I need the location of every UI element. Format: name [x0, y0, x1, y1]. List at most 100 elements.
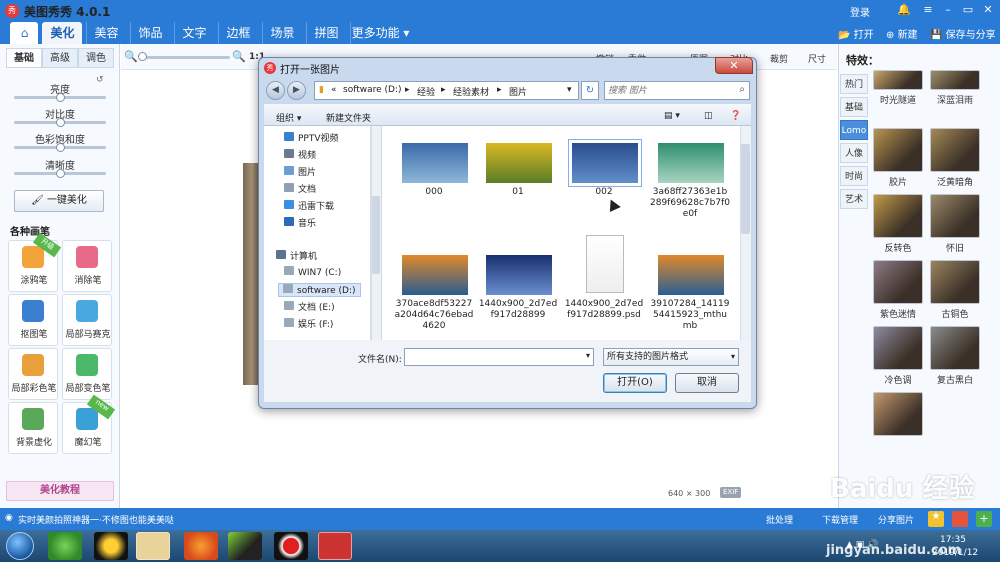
explorer-icon[interactable] — [136, 532, 170, 560]
filename-input[interactable]: ▾ — [404, 348, 594, 366]
nav-item[interactable]: 娱乐 (F:) — [284, 317, 333, 330]
filetype-select[interactable]: 所有支持的图片格式 ▾ — [603, 348, 739, 366]
forward-button[interactable]: ▶ — [287, 81, 306, 100]
file-thumbnail[interactable] — [658, 143, 724, 183]
batch-process-link[interactable]: 批处理 — [766, 513, 793, 526]
category-hot[interactable]: 热门 — [840, 74, 868, 94]
new-folder-button[interactable]: 新建文件夹 — [326, 111, 371, 124]
breadcrumb-pictures[interactable]: 图片 — [509, 85, 527, 98]
refresh-button[interactable]: ↻ — [581, 81, 599, 100]
tab-text[interactable]: 文字 — [174, 22, 214, 44]
firefox-icon[interactable] — [184, 532, 218, 560]
tab-beauty[interactable]: 美容 — [86, 22, 126, 44]
category-art[interactable]: 艺术 — [840, 189, 868, 209]
filetype-dropdown-icon[interactable]: ▾ — [731, 349, 735, 365]
breadcrumb-separator[interactable]: ▸ — [441, 85, 446, 95]
recorder-icon[interactable] — [274, 532, 308, 560]
media-player-icon[interactable] — [228, 532, 262, 560]
search-icon[interactable]: ⌕ — [739, 84, 745, 95]
new-button[interactable]: ⊕ 新建 — [886, 26, 918, 41]
nav-item[interactable]: 文档 (E:) — [284, 300, 335, 313]
doodle-pen-tool[interactable]: 升级 涂鸦笔 — [8, 232, 62, 292]
file-thumbnail[interactable] — [486, 143, 552, 183]
effect-thumbnail[interactable] — [873, 392, 923, 436]
file-scroll-thumb[interactable] — [741, 144, 750, 234]
saturation-knob[interactable] — [56, 143, 65, 152]
zoom-knob[interactable] — [138, 52, 147, 61]
crop-button[interactable]: 裁剪 — [770, 52, 788, 65]
organize-button[interactable]: 组织 ▾ — [276, 111, 301, 124]
menu-icon[interactable]: ≡ — [920, 3, 936, 18]
maximize-icon[interactable]: ▭ — [960, 3, 976, 18]
dialog-close-button[interactable]: ✕ — [715, 57, 753, 74]
add-icon[interactable]: + — [976, 511, 992, 527]
file-thumbnail[interactable] — [568, 139, 642, 187]
nav-item[interactable]: 音乐 — [284, 216, 316, 229]
cutout-pen-tool[interactable]: 抠图笔 — [8, 294, 58, 346]
effect-label[interactable]: 泛黄暗角 — [925, 175, 985, 188]
qq-icon[interactable] — [94, 532, 128, 560]
color-brush-tool[interactable]: 局部彩色笔 — [8, 348, 58, 400]
star-icon[interactable]: ★ — [928, 511, 944, 527]
effect-thumbnail[interactable] — [873, 194, 923, 238]
address-bar[interactable]: ▮ « software (D:) ▸ 经验 ▸ 经验素材 ▸ 图片 ▾ — [314, 81, 579, 100]
effect-thumbnail[interactable] — [873, 70, 923, 90]
breadcrumb-overflow[interactable]: « — [331, 85, 337, 95]
effect-thumbnail[interactable] — [930, 260, 980, 304]
filename-dropdown-icon[interactable]: ▾ — [586, 351, 590, 360]
tab-scene[interactable]: 场景 — [262, 22, 302, 44]
tab-frame[interactable]: 边框 — [218, 22, 258, 44]
nav-item[interactable]: 文档 — [284, 182, 316, 195]
start-button[interactable] — [6, 532, 34, 560]
login-link[interactable]: 登录 — [850, 4, 870, 19]
zoom-out-icon[interactable]: 🔍 — [124, 50, 138, 63]
category-fashion[interactable]: 时尚 — [840, 166, 868, 186]
home-icon[interactable]: ⌂ — [10, 22, 38, 44]
background-blur-tool[interactable]: 背景虚化 — [8, 402, 58, 454]
notification-icon[interactable]: 🔔 — [896, 3, 912, 18]
recolor-brush-tool[interactable]: 局部变色笔 — [62, 348, 112, 400]
subtab-color[interactable]: 调色 — [78, 48, 114, 68]
nav-item[interactable]: PPTV视频 — [284, 131, 339, 144]
nav-item[interactable]: 图片 — [284, 165, 316, 178]
meitu-task-icon[interactable] — [318, 532, 352, 560]
effect-label[interactable]: 古铜色 — [925, 307, 985, 320]
beautify-tutorial-button[interactable]: 美化教程 — [6, 481, 114, 501]
breadcrumb-jingyan[interactable]: 经验 — [417, 85, 435, 98]
address-dropdown-icon[interactable]: ▾ — [567, 85, 572, 95]
breadcrumb-separator[interactable]: ▸ — [405, 85, 410, 95]
effect-thumbnail[interactable] — [930, 128, 980, 172]
zoom-in-icon[interactable]: 🔍 — [232, 50, 246, 63]
effect-label[interactable]: 胶片 — [868, 175, 928, 188]
app-360-icon[interactable] — [48, 532, 82, 560]
magic-pen-tool[interactable]: new 魔幻笔 — [62, 394, 116, 454]
file-thumbnail[interactable] — [402, 143, 468, 183]
effect-thumbnail[interactable] — [930, 70, 980, 90]
weibo-icon[interactable] — [952, 511, 968, 527]
effect-label[interactable]: 反转色 — [868, 241, 928, 254]
effect-thumbnail[interactable] — [873, 128, 923, 172]
back-button[interactable]: ◀ — [266, 81, 285, 100]
effect-thumbnail[interactable] — [873, 260, 923, 304]
brightness-knob[interactable] — [56, 93, 65, 102]
zoom-slider[interactable] — [140, 56, 230, 59]
breadcrumb-software[interactable]: software (D:) — [343, 85, 402, 95]
effect-label[interactable]: 紫色迷情 — [868, 307, 928, 320]
eraser-pen-tool[interactable]: 消除笔 — [62, 240, 112, 292]
file-thumbnail[interactable] — [486, 255, 552, 295]
subtab-advanced[interactable]: 高级 — [42, 48, 78, 68]
search-input[interactable] — [608, 84, 726, 97]
category-lomo[interactable]: Lomo — [840, 120, 868, 140]
nav-item[interactable]: software (D:) — [278, 283, 361, 297]
search-box[interactable]: ⌕ — [604, 81, 750, 100]
file-thumbnail[interactable] — [586, 235, 624, 293]
nav-item[interactable]: 迅雷下载 — [284, 199, 334, 212]
tab-collage[interactable]: 拼图 — [306, 22, 346, 44]
breadcrumb-separator[interactable]: ▸ — [497, 85, 502, 95]
preview-pane-icon[interactable]: ◫ — [704, 111, 713, 121]
file-thumbnail[interactable] — [658, 255, 724, 295]
exif-badge[interactable]: EXIF — [720, 487, 742, 498]
tab-more-features[interactable]: 更多功能 ▾ — [350, 22, 410, 44]
effect-thumbnail[interactable] — [873, 326, 923, 370]
mosaic-tool[interactable]: 局部马赛克 — [62, 294, 112, 346]
